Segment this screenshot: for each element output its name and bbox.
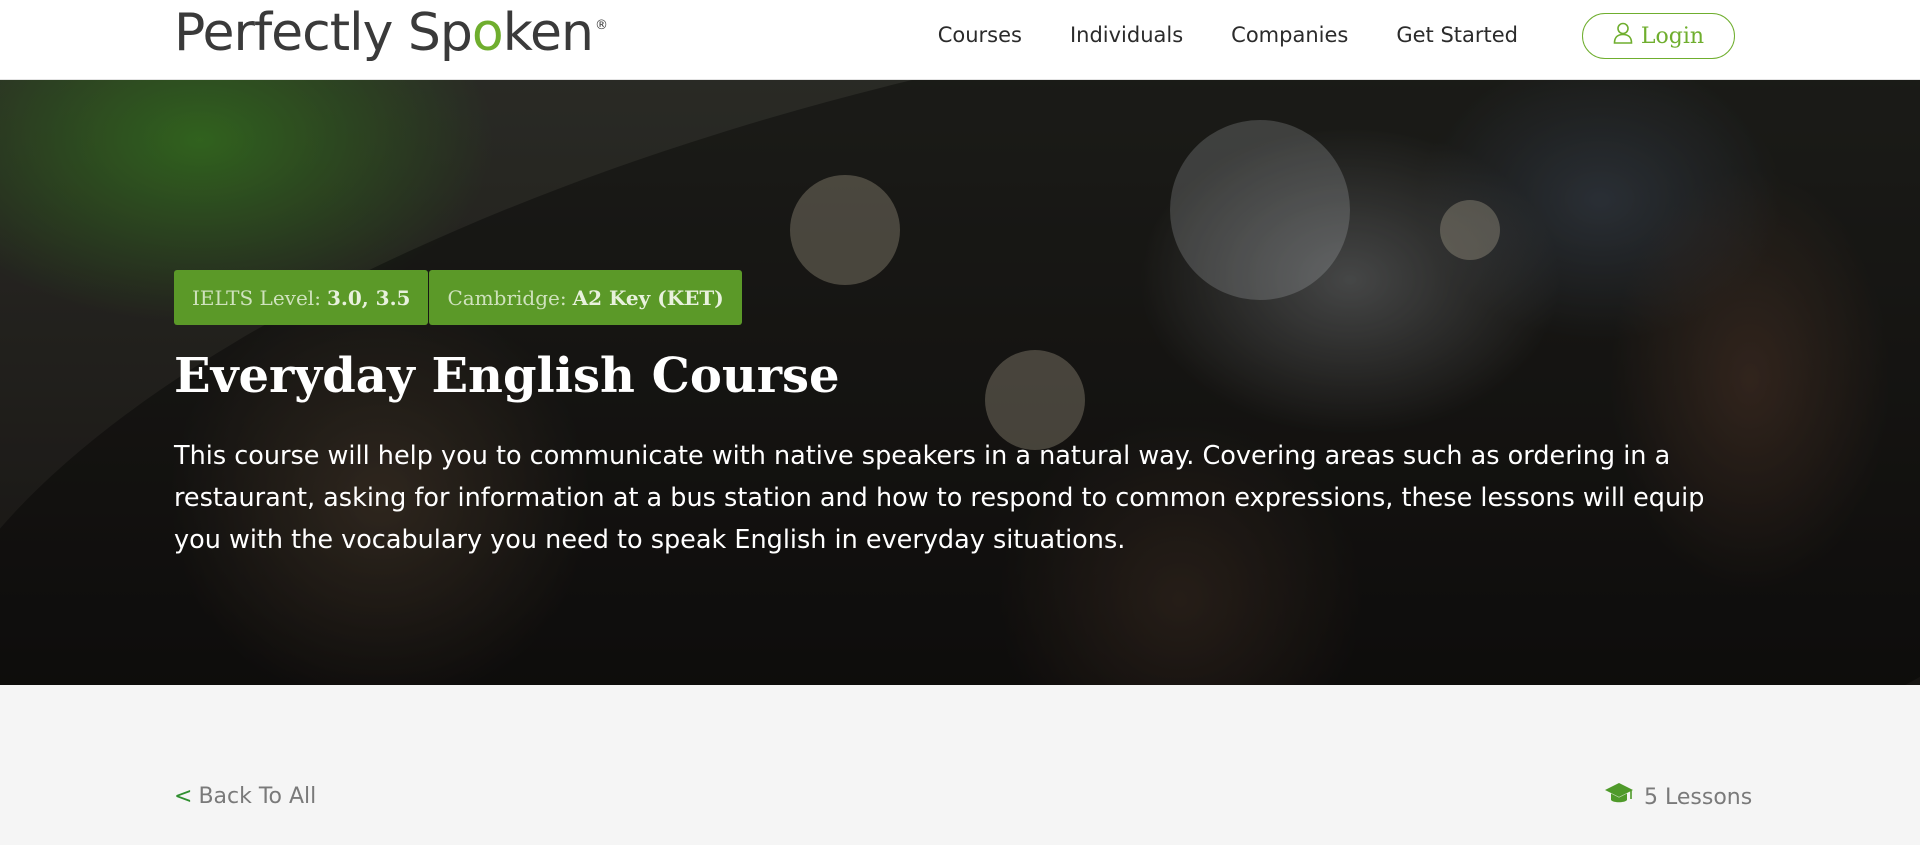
chevron-left-icon: < bbox=[174, 784, 193, 809]
lessons-label: 5 Lessons bbox=[1644, 784, 1753, 810]
course-description: This course will help you to communicate… bbox=[174, 441, 1705, 555]
graduation-cap-icon bbox=[1604, 781, 1634, 813]
lessons-count: 5 Lessons bbox=[1604, 781, 1752, 813]
logo-o-mark: o bbox=[471, 3, 504, 63]
registered-mark: ® bbox=[594, 18, 608, 33]
logo-text-end: ken bbox=[502, 3, 594, 63]
ielts-level-value: 3.0, 3.5 bbox=[326, 285, 411, 310]
level-badges: IELTS Level: 3.0, 3.5 Cambridge: A2 Key … bbox=[174, 270, 1754, 325]
nav-individuals[interactable]: Individuals bbox=[1070, 23, 1183, 47]
cambridge-level-label: Cambridge: bbox=[447, 285, 567, 310]
bokeh-light bbox=[790, 175, 900, 285]
hero-content: IELTS Level: 3.0, 3.5 Cambridge: A2 Key … bbox=[174, 270, 1754, 561]
main-nav: Courses Individuals Companies Get Starte… bbox=[890, 14, 1518, 56]
nav-companies[interactable]: Companies bbox=[1231, 23, 1348, 47]
cambridge-level-value: A2 Key (KET) bbox=[572, 285, 724, 310]
user-icon bbox=[1613, 22, 1633, 50]
login-button[interactable]: Login bbox=[1582, 13, 1735, 59]
logo-text-start: Perfectly Sp bbox=[174, 3, 473, 63]
course-title: Everyday English Course bbox=[174, 348, 840, 404]
hero-banner: IELTS Level: 3.0, 3.5 Cambridge: A2 Key … bbox=[0, 80, 1920, 685]
login-label: Login bbox=[1640, 23, 1705, 49]
back-to-all-link[interactable]: < Back To All bbox=[174, 784, 316, 809]
nav-get-started[interactable]: Get Started bbox=[1396, 23, 1518, 47]
bokeh-light bbox=[1440, 200, 1500, 260]
ielts-level-badge: IELTS Level: 3.0, 3.5 bbox=[174, 270, 429, 325]
site-header: Perfectly Sp o ken ® Courses Individuals Co… bbox=[0, 0, 1920, 80]
cambridge-level-badge: Cambridge: A2 Key (KET) bbox=[429, 270, 742, 325]
ielts-level-label: IELTS Level: bbox=[192, 285, 321, 310]
back-label: Back To All bbox=[198, 784, 317, 809]
nav-courses[interactable]: Courses bbox=[938, 23, 1022, 47]
logo[interactable]: Perfectly Sp o ken ® bbox=[174, 2, 608, 64]
